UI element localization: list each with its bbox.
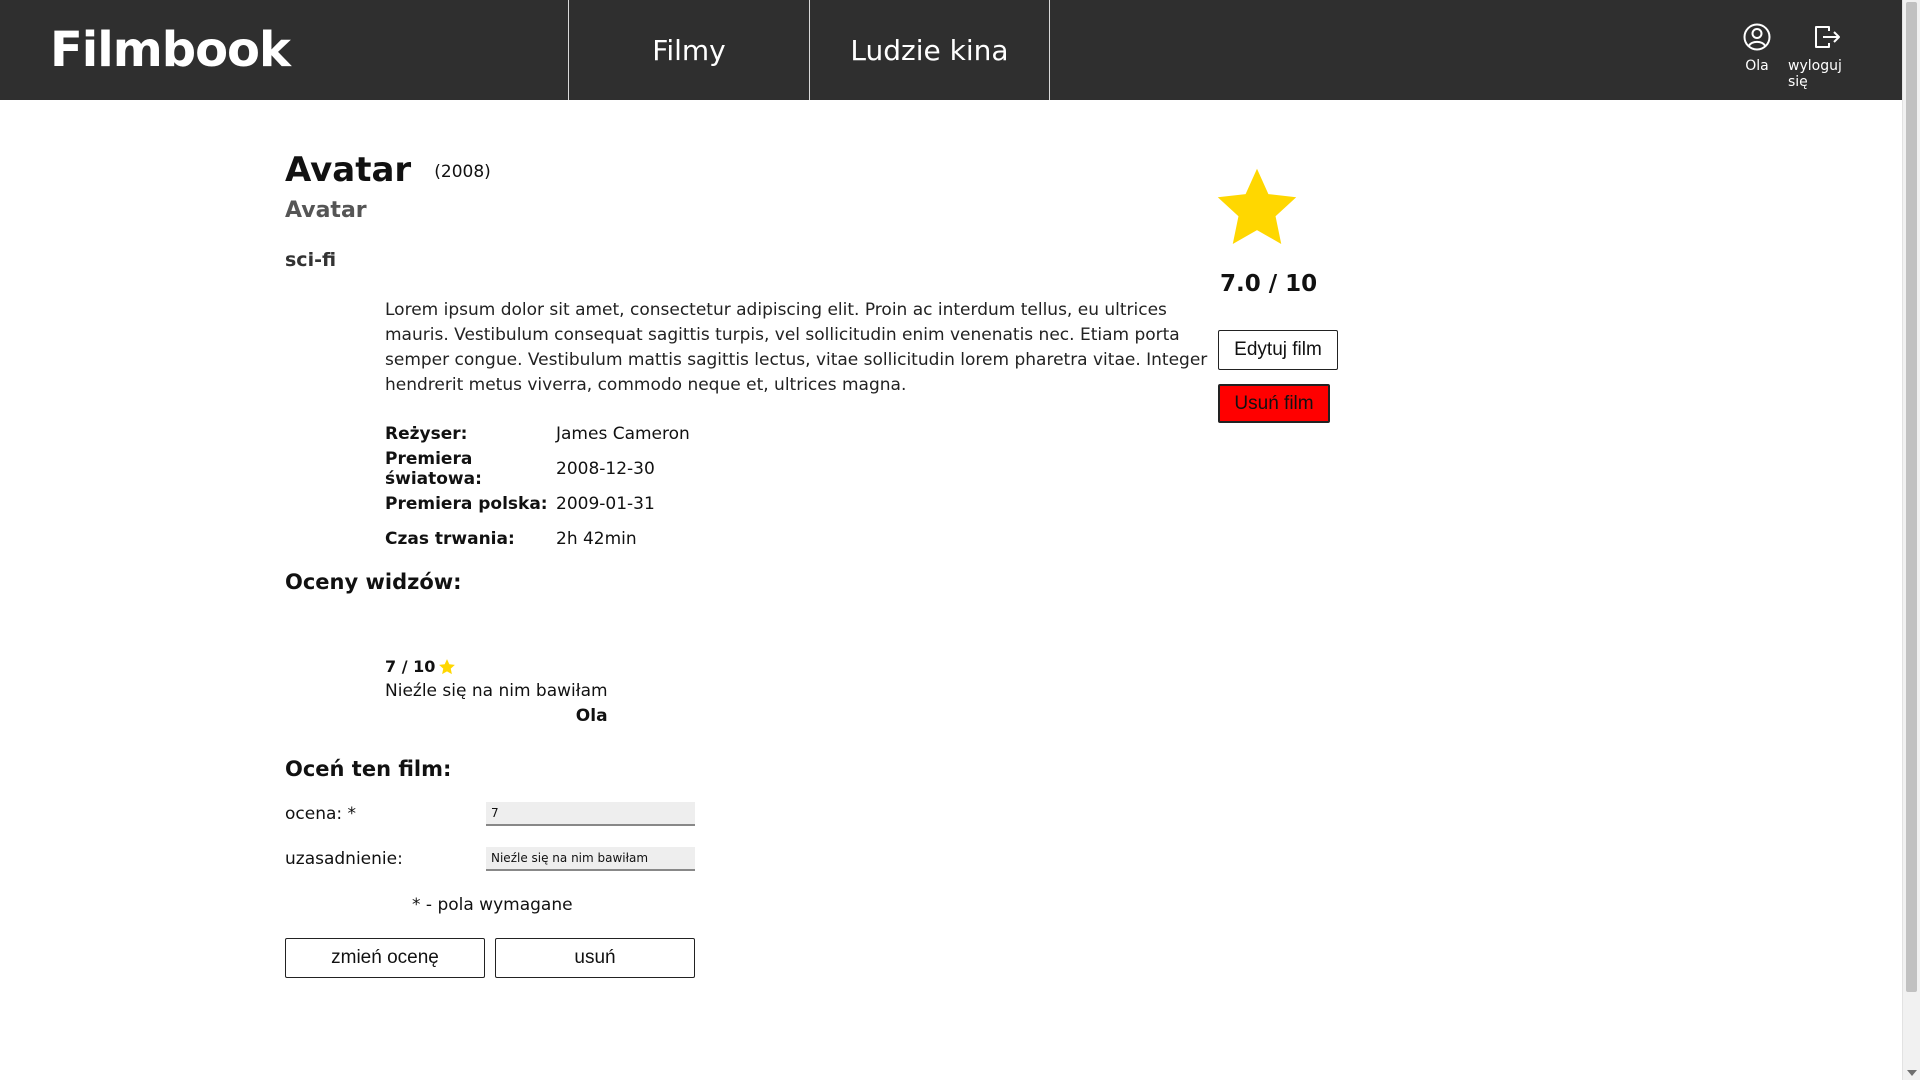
average-rating: 7.0 / 10 [1220,271,1318,297]
logout-button[interactable]: wyloguj się [1788,22,1866,90]
detail-value: James Cameron [556,423,690,444]
detail-label: Czas trwania: [385,528,515,549]
detail-value: 2008-12-30 [556,458,655,479]
review-item: 7 / 10 Nieźle się na nim bawiłam Ola [385,657,608,726]
detail-row-polish-premiere: Premiera polska: 2009-01-31 [385,486,690,521]
film-genre: sci-fi [285,249,337,271]
top-navbar: Filmbook Filmy Ludzie kina Ola wyloguj s… [0,0,1902,100]
review-score: 7 / 10 [385,657,608,676]
score-form-row: ocena: * 7 [285,802,695,826]
rating-star-icon [1217,168,1297,245]
change-rating-button[interactable]: zmień ocenę [285,938,485,978]
detail-label: Reżyser: [385,423,468,444]
edit-film-button[interactable]: Edytuj film [1218,330,1338,370]
detail-label: Premiera światowa: [385,448,482,489]
detail-value: 2h 42min [556,528,637,549]
required-fields-note: * - pola wymagane [412,895,573,915]
detail-row-duration: Czas trwania: 2h 42min [385,521,690,556]
film-description: Lorem ipsum dolor sit amet, consectetur … [385,300,1208,395]
review-score-value: 7 / 10 [385,657,436,676]
detail-label: Premiera polska: [385,493,548,514]
user-circle-icon [1743,23,1771,51]
reason-input[interactable]: Nieźle się na nim bawiłam [486,847,695,871]
rate-film-heading: Oceń ten film: [285,757,452,781]
ratings-heading: Oceny widzów: [285,570,462,594]
reason-form-row: uzasadnienie: Nieźle się na nim bawiłam [285,847,695,871]
star-icon [439,658,456,674]
scrollbar-thumb[interactable] [1906,2,1917,992]
reason-label: uzasadnienie: [285,849,403,869]
review-text: Nieźle się na nim bawiłam [385,681,608,701]
detail-row-world-premiere: Premiera światowa: 2008-12-30 [385,448,690,489]
logo[interactable]: Filmbook [50,22,291,78]
page-scrollbar[interactable] [1902,0,1920,1080]
score-label: ocena: * [285,804,357,824]
scroll-down-arrow-icon[interactable] [1907,1070,1917,1076]
nav-item-filmy[interactable]: Filmy [568,0,809,100]
detail-value: 2009-01-31 [556,493,655,514]
user-name-label: Ola [1745,58,1769,74]
nav-item-ludzie-kina[interactable]: Ludzie kina [809,0,1050,100]
user-profile-button[interactable]: Ola [1742,22,1772,74]
review-author: Ola [575,706,608,726]
logout-icon [1815,26,1840,48]
logout-label: wyloguj się [1788,58,1842,90]
delete-film-button[interactable]: Usuń film [1218,384,1330,423]
delete-rating-button[interactable]: usuń [495,938,695,978]
film-details-list: Reżyser: James Cameron Premiera światowa… [385,416,690,556]
score-input[interactable]: 7 [486,802,695,826]
film-title: Avatar [285,150,412,190]
detail-row-director: Reżyser: James Cameron [385,416,690,451]
film-year: (2008) [434,162,491,182]
